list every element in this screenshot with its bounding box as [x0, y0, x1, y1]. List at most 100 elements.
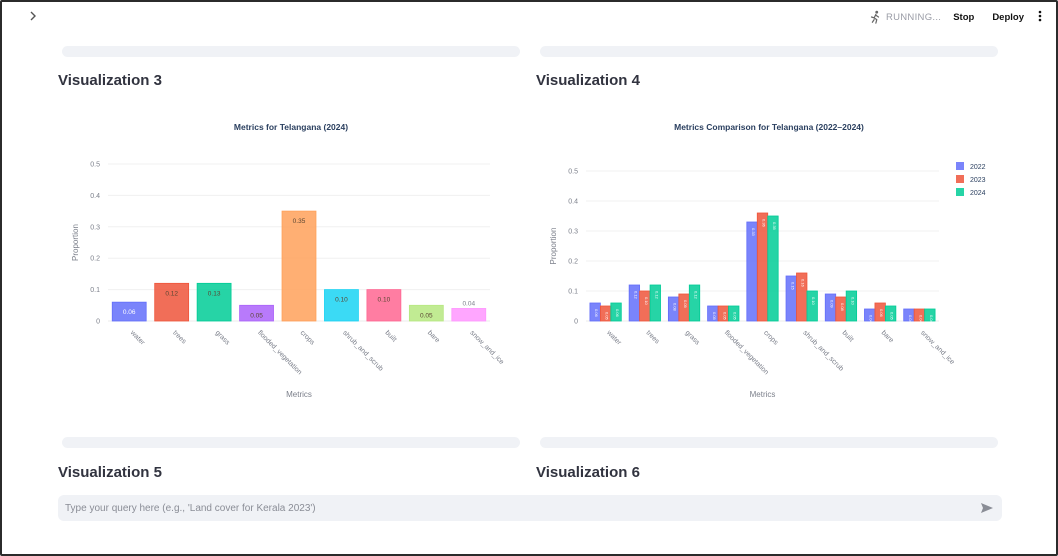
y-tick-label: 0.5 — [90, 162, 100, 169]
x-tick-label: flooded_vegetation — [256, 329, 303, 376]
y-tick-label: 0.5 — [568, 169, 578, 176]
y-tick-label: 0.3 — [90, 224, 100, 231]
bar — [281, 210, 317, 322]
bar-value-label: 0.05 — [605, 312, 610, 321]
bar-value-label: 0.13 — [208, 290, 221, 297]
visualization-6-heading: Visualization 6 — [536, 464, 640, 481]
bar — [639, 290, 651, 322]
x-tick-label: built — [383, 329, 397, 343]
bar-value-label: 0.04 — [918, 315, 923, 324]
bar-value-label: 0.06 — [615, 309, 620, 318]
bar-value-label: 0.04 — [462, 300, 475, 307]
x-tick-label: water — [604, 329, 622, 347]
y-tick-label: 0.4 — [90, 193, 100, 200]
running-icon — [870, 10, 880, 24]
bar-value-label: 0.16 — [801, 279, 806, 288]
bar-value-label: 0.12 — [633, 291, 638, 300]
y-tick-label: 0.3 — [568, 229, 578, 236]
visualization-4-heading: Visualization 4 — [536, 72, 640, 89]
telangana-comparison-bar-chart: Metrics Comparison for Telangana (2022–2… — [549, 122, 986, 399]
x-tick-label: grass — [214, 329, 231, 346]
x-axis-label: Metrics — [286, 390, 312, 399]
x-tick-label: grass — [684, 329, 701, 346]
bar-value-label: 0.08 — [840, 303, 845, 312]
legend-label: 2024 — [970, 190, 986, 197]
bar-value-label: 0.08 — [673, 303, 678, 312]
bar-value-label: 0.15 — [790, 282, 795, 291]
send-button[interactable] — [972, 495, 1002, 521]
bar-value-label: 0.06 — [123, 309, 136, 316]
bar — [767, 215, 779, 322]
bar — [451, 308, 487, 322]
deploy-button[interactable]: Deploy — [992, 12, 1024, 23]
x-tick-label: snow_and_ice — [468, 329, 505, 366]
y-tick-label: 0.2 — [568, 259, 578, 266]
section-divider — [540, 46, 998, 57]
main-menu-icon[interactable] — [1038, 9, 1042, 26]
x-tick-label: shrub_and_scrub — [341, 329, 384, 372]
bar-value-label: 0.05 — [712, 312, 717, 321]
send-icon — [981, 503, 993, 513]
section-divider — [540, 437, 998, 448]
bar — [366, 289, 402, 322]
bar-value-label: 0.35 — [293, 218, 306, 225]
query-input[interactable] — [58, 495, 972, 521]
y-axis-label: Proportion — [549, 228, 558, 265]
chat-input-container — [58, 495, 1002, 521]
bar-value-label: 0.05 — [890, 312, 895, 321]
bar-value-label: 0.12 — [654, 291, 659, 300]
chart-title: Metrics Comparison for Telangana (2022–2… — [674, 122, 864, 132]
bar-value-label: 0.10 — [850, 297, 855, 306]
visualization-5-heading: Visualization 5 — [58, 464, 162, 481]
bar-value-label: 0.05 — [722, 312, 727, 321]
bar-value-label: 0.06 — [594, 309, 599, 318]
bar-value-label: 0.10 — [335, 297, 348, 304]
bar-value-label: 0.10 — [378, 297, 391, 304]
stop-button[interactable]: Stop — [953, 12, 974, 23]
bar-value-label: 0.33 — [751, 228, 756, 237]
bar-value-label: 0.04 — [908, 315, 913, 324]
x-tick-label: trees — [644, 329, 660, 345]
sidebar-expand-icon[interactable] — [26, 9, 42, 25]
bar — [746, 221, 758, 322]
x-tick-label: trees — [171, 329, 187, 345]
x-tick-label: snow_and_ice — [919, 329, 956, 366]
bar-value-label: 0.06 — [879, 309, 884, 318]
bar — [196, 282, 232, 322]
legend-swatch — [956, 175, 964, 183]
bar-value-label: 0.09 — [683, 300, 688, 309]
x-tick-label: water — [128, 329, 146, 347]
bar-value-label: 0.10 — [644, 297, 649, 306]
x-tick-label: crops — [762, 329, 779, 346]
section-divider — [62, 437, 520, 448]
y-tick-label: 0.2 — [90, 256, 100, 263]
bar-value-label: 0.10 — [811, 297, 816, 306]
legend-label: 2022 — [970, 164, 986, 171]
bar — [845, 290, 858, 322]
bar-value-label: 0.35 — [772, 222, 777, 231]
x-axis-label: Metrics — [750, 390, 776, 399]
y-tick-label: 0.1 — [90, 287, 100, 294]
running-indicator: RUNNING... — [868, 10, 941, 24]
bar-value-label: 0.05 — [420, 312, 433, 319]
bar-value-label: 0.05 — [733, 312, 738, 321]
telangana-2024-bar-chart: Metrics for Telangana (2024) 0 0.1 0.2 0.3 0.… — [71, 122, 505, 399]
visualization-3-heading: Visualization 3 — [58, 72, 162, 89]
bar-value-label: 0.09 — [829, 300, 834, 309]
bar-value-label: 0.36 — [762, 219, 767, 228]
y-tick-label: 0.1 — [568, 289, 578, 296]
top-toolbar: RUNNING... Stop Deploy — [868, 7, 1042, 27]
bar — [154, 282, 190, 322]
y-tick-label: 0.4 — [568, 199, 578, 206]
bar-value-label: 0.12 — [694, 291, 699, 300]
bar — [324, 289, 359, 322]
bar-value-label: 0.12 — [165, 290, 178, 297]
bar — [806, 290, 818, 322]
bar-value-label: 0.05 — [250, 312, 263, 319]
section-divider — [62, 46, 520, 57]
chart-title: Metrics for Telangana (2024) — [234, 122, 348, 132]
x-tick-label: bare — [880, 329, 895, 344]
y-tick-label: 0 — [574, 319, 578, 326]
bar — [756, 212, 769, 322]
x-tick-label: bare — [426, 329, 441, 344]
